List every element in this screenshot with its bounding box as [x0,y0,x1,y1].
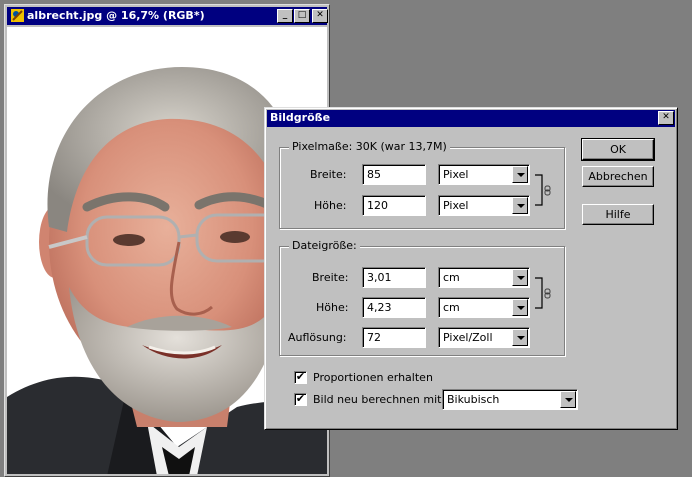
resample-method-value: Bikubisch [447,393,500,406]
pixel-height-unit-select[interactable]: Pixel [438,195,530,216]
document-size-group: Dateigröße: Breite: 3,01 cm Höhe: 4,23 c… [279,239,565,356]
maximize-button[interactable]: □ [294,9,310,23]
doc-height-label: Höhe: [316,301,349,314]
pixel-width-label: Breite: [310,168,347,181]
pixel-link-chain-icon [535,174,551,206]
document-link-chain-icon [535,277,551,309]
resample-checkbox[interactable]: ✔ [294,393,307,406]
chevron-down-icon[interactable] [560,391,576,408]
pixel-height-input[interactable]: 120 [362,195,426,216]
document-title: albrecht.jpg @ 16,7% (RGB*) [27,9,205,22]
chevron-down-icon[interactable] [512,329,528,346]
pixel-width-input[interactable]: 85 [362,164,426,185]
pixel-dimensions-group: Pixelmaße: 30K (war 13,7M) Breite: 85 Pi… [279,140,565,229]
constrain-proportions-label[interactable]: Proportionen erhalten [313,371,433,384]
photoshop-app-icon [10,8,25,23]
doc-width-input[interactable]: 3,01 [362,267,426,288]
resample-method-select[interactable]: Bikubisch [442,389,578,410]
document-size-legend: Dateigröße: [289,239,360,252]
doc-height-unit-select[interactable]: cm [438,297,530,318]
minimize-button[interactable]: _ [277,9,293,23]
chevron-down-icon[interactable] [512,299,528,316]
chevron-down-icon[interactable] [512,197,528,214]
chevron-down-icon[interactable] [512,166,528,183]
resolution-input[interactable]: 72 [362,327,426,348]
resolution-label: Auflösung: [288,331,347,344]
help-button[interactable]: Hilfe [582,204,654,225]
image-size-dialog: Bildgröße ✕ Pixelmaße: 30K (war 13,7M) B… [264,107,678,430]
resolution-unit-select[interactable]: Pixel/Zoll [438,327,530,348]
pixel-height-unit-value: Pixel [443,199,469,212]
chevron-down-icon[interactable] [512,269,528,286]
doc-height-unit-value: cm [443,301,460,314]
dialog-title: Bildgröße [270,111,331,124]
doc-width-unit-value: cm [443,271,460,284]
document-title-bar[interactable]: albrecht.jpg @ 16,7% (RGB*) _ □ ✕ [7,7,328,25]
doc-height-input[interactable]: 4,23 [362,297,426,318]
constrain-proportions-checkbox[interactable]: ✔ [294,371,307,384]
cancel-button[interactable]: Abbrechen [582,166,654,187]
resolution-unit-value: Pixel/Zoll [443,331,493,344]
ok-button[interactable]: OK [581,138,655,161]
dialog-title-bar[interactable]: Bildgröße ✕ [267,110,675,127]
dialog-close-button[interactable]: ✕ [658,111,674,125]
close-button[interactable]: ✕ [312,9,328,23]
resample-label[interactable]: Bild neu berechnen mit: [313,393,445,406]
pixel-dimensions-legend: Pixelmaße: 30K (war 13,7M) [289,140,450,153]
pixel-height-label: Höhe: [314,199,347,212]
pixel-width-unit-value: Pixel [443,168,469,181]
doc-width-label: Breite: [312,271,349,284]
pixel-width-unit-select[interactable]: Pixel [438,164,530,185]
doc-width-unit-select[interactable]: cm [438,267,530,288]
